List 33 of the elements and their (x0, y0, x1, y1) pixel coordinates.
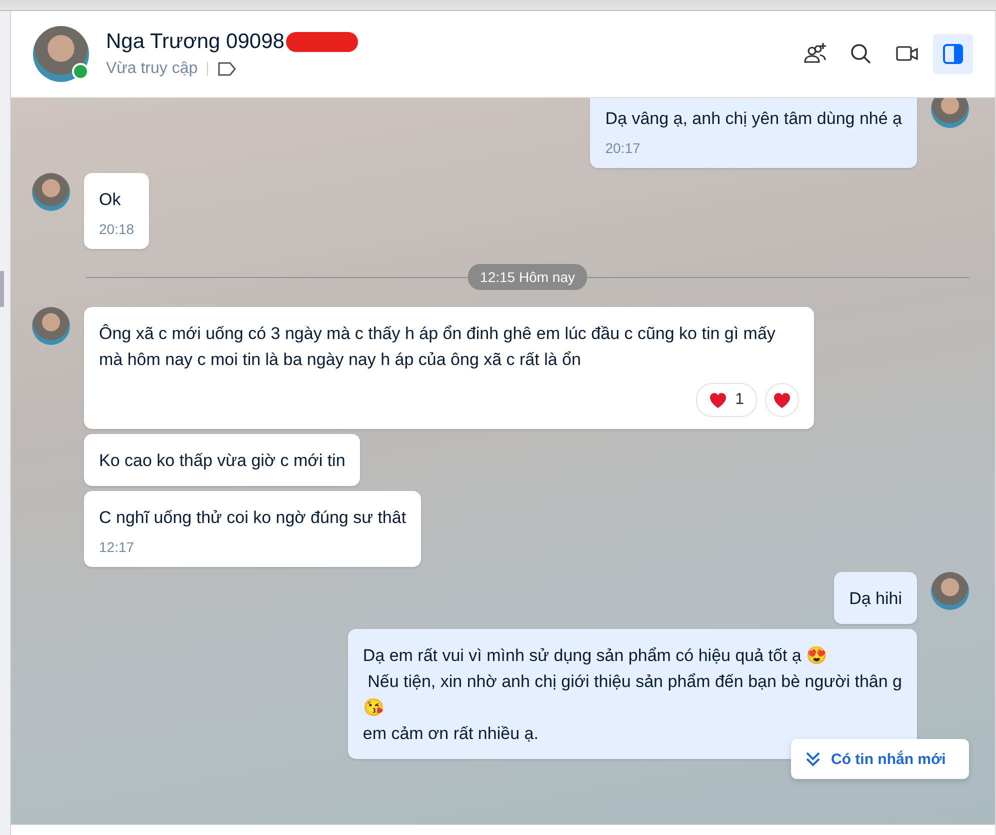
message-text: C nghĩ uống thử coi ko ngờ đúng sư thât (99, 507, 406, 529)
message-time: 12:17 (99, 539, 136, 555)
heart-icon (773, 392, 791, 408)
contact-name[interactable]: Nga Trương 09098 (106, 30, 284, 54)
message-text: Dạ hihi (849, 588, 902, 610)
sidebar-toggle-icon (941, 42, 965, 66)
react-button[interactable] (765, 383, 799, 417)
add-people-icon (803, 42, 827, 66)
date-divider-label: 12:15 Hôm nay (468, 264, 587, 290)
message-text: Dạ vâng ạ, anh chị yên tâm dùng nhé ạ (605, 108, 902, 130)
tag-icon[interactable] (216, 62, 237, 76)
message-text: Nếu tiện, xin nhờ anh chị giới thiệu sản phẩm đến bạn bè người thân g (366, 671, 902, 693)
message-text: 😘 (362, 697, 384, 719)
message-text: em cảm ơn rất nhiều ạ. (362, 723, 538, 745)
reaction-count[interactable]: 1 (696, 383, 757, 417)
my-avatar[interactable] (931, 98, 969, 128)
last-seen-status: Vừa truy cập (106, 60, 198, 78)
message-text: Ông xã c mới uống có 3 ngày mà c thấy h áp ổn đinh ghê em lúc đầu c cũng ko tin gì mấy mà hôm nay c moi tin là ba ngày nay h áp của ông xã c rất là ổn (99, 323, 776, 371)
search-icon (849, 42, 873, 66)
sidebar-toggle-button[interactable] (933, 34, 973, 74)
heart-icon (709, 392, 728, 408)
message-text: Ok (99, 189, 121, 211)
message-time: 20:17 (605, 140, 642, 156)
message-time: 20:18 (99, 221, 134, 237)
message-text: Dạ em rất vui vì mình sử dụng sản phẩm có hiệu quả tốt ạ 😍 (362, 645, 828, 667)
contact-avatar[interactable] (32, 307, 70, 345)
reaction-number: 1 (735, 390, 744, 410)
new-messages-button[interactable]: Có tin nhắn mới (791, 739, 969, 779)
my-avatar[interactable] (931, 572, 969, 610)
scroll-handle[interactable] (0, 271, 4, 307)
contact-avatar[interactable] (32, 173, 70, 211)
double-chevron-down-icon (805, 751, 821, 767)
message-text: Ko cao ko thấp vừa giờ c mới tin (99, 450, 346, 472)
